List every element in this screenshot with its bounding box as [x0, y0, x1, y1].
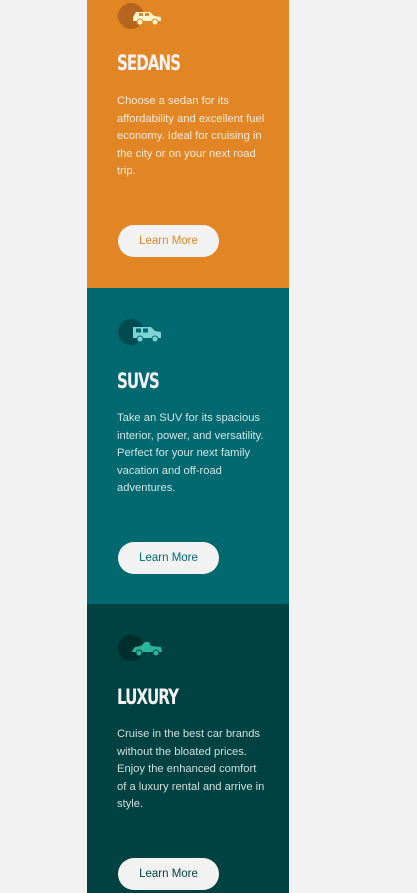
- luxury-learn-more-button[interactable]: Learn More: [118, 858, 219, 890]
- car-category-cards: SEDANS Choose a sedan for its affordabil…: [87, 0, 289, 893]
- luxury-description: Cruise in the best car brands without th…: [117, 728, 265, 810]
- suvs-description: Take an SUV for its spacious interior, p…: [117, 412, 264, 494]
- sedans-description: Choose a sedan for its affordability and…: [117, 95, 265, 177]
- luxury-card: LUXURY Cruise in the best car brands wit…: [87, 604, 289, 893]
- suvs-title: SUVS: [117, 369, 160, 393]
- sedan-car-icon: [117, 2, 163, 30]
- sedans-learn-more-button[interactable]: Learn More: [118, 225, 219, 257]
- sedans-card: SEDANS Choose a sedan for its affordabil…: [87, 0, 289, 288]
- sedans-title: SEDANS: [117, 51, 181, 75]
- luxury-car-icon: [117, 634, 163, 662]
- suvs-card: SUVS Take an SUV for its spacious interi…: [87, 288, 289, 604]
- suvs-learn-more-button[interactable]: Learn More: [118, 542, 219, 574]
- page: SEDANS Choose a sedan for its affordabil…: [0, 0, 417, 893]
- suv-car-icon: [117, 318, 163, 346]
- luxury-title: LUXURY: [117, 685, 179, 709]
